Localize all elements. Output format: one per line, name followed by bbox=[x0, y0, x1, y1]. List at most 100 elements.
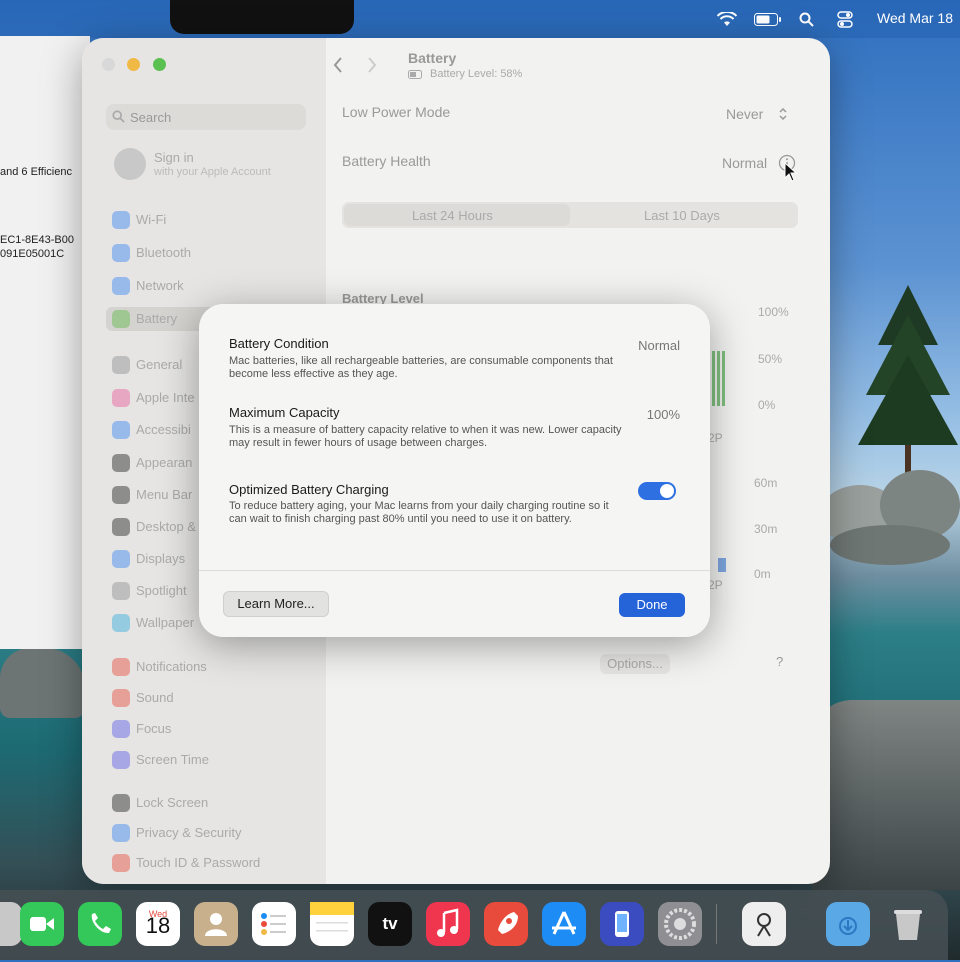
learn-more-button[interactable]: Learn More... bbox=[223, 591, 329, 617]
sidebar-item-network[interactable]: Network bbox=[106, 274, 316, 298]
usage-bar bbox=[718, 558, 726, 572]
optimized-charging-title: Optimized Battery Charging bbox=[229, 482, 389, 497]
downloads-folder-icon[interactable] bbox=[826, 902, 870, 946]
sidebar-item-notifications[interactable]: Notifications bbox=[106, 655, 316, 679]
hour-label: 2P bbox=[708, 578, 723, 592]
battery-level-bar bbox=[717, 351, 720, 406]
battery-icon[interactable] bbox=[754, 13, 782, 26]
apple-tv-label: tv bbox=[382, 914, 398, 933]
sidebar-item-label: Menu Bar bbox=[136, 487, 193, 502]
window-controls bbox=[102, 58, 174, 76]
menu-bar: Wed Mar 18 bbox=[0, 0, 960, 38]
battery-condition-description: Mac batteries, like all rechargeable bat… bbox=[229, 355, 613, 380]
facetime-icon[interactable] bbox=[20, 902, 64, 946]
battery-condition-title: Battery Condition bbox=[229, 336, 329, 351]
sign-in-title: Sign in bbox=[154, 150, 194, 165]
desktop-icon bbox=[112, 518, 130, 536]
low-power-mode-label: Low Power Mode bbox=[342, 104, 451, 120]
sidebar-item-lock-screen[interactable]: Lock Screen bbox=[106, 791, 316, 815]
sidebar-item-label: Spotlight bbox=[136, 583, 187, 598]
sidebar-item-bluetooth[interactable]: Bluetooth bbox=[106, 241, 316, 265]
sidebar-item-label: Touch ID & Password bbox=[136, 855, 261, 870]
maximum-capacity-title: Maximum Capacity bbox=[229, 405, 340, 420]
sidebar-item-label: Wallpaper bbox=[136, 615, 195, 630]
tab-label: Last 24 Hours bbox=[412, 208, 493, 223]
tab-last-10-days[interactable]: Last 10 Days bbox=[644, 208, 720, 223]
sidebar-item-sound[interactable]: Sound bbox=[106, 686, 316, 710]
touch-id-password-icon bbox=[112, 854, 130, 872]
low-power-mode-popup[interactable]: Never bbox=[726, 106, 763, 122]
apple-tv-icon[interactable]: tv bbox=[368, 902, 412, 946]
battery-health-value: Normal bbox=[722, 155, 768, 171]
menu-bar-icon bbox=[112, 486, 130, 504]
battery-level-subtitle: Battery Level: 58% bbox=[430, 68, 523, 80]
rock-graphic bbox=[812, 700, 960, 890]
search-icon bbox=[112, 110, 125, 123]
notes-icon[interactable] bbox=[310, 902, 354, 946]
options-button[interactable]: Options... bbox=[600, 654, 670, 674]
dialog-divider bbox=[199, 570, 710, 571]
app-store-icon[interactable] bbox=[542, 902, 586, 946]
forward-chevron-icon[interactable] bbox=[366, 56, 378, 74]
battery-health-dialog: Battery Condition Normal Mac batteries, … bbox=[199, 304, 710, 637]
search-placeholder: Search bbox=[130, 110, 172, 125]
battery-icon bbox=[112, 310, 130, 328]
system-settings-icon[interactable] bbox=[658, 902, 702, 946]
toggle-knob bbox=[660, 484, 674, 498]
close-button[interactable] bbox=[102, 58, 115, 71]
launchpad-icon[interactable] bbox=[484, 902, 528, 946]
preview-icon[interactable] bbox=[742, 902, 786, 946]
sidebar-item-privacy-security[interactable]: Privacy & Security bbox=[106, 821, 316, 845]
music-icon[interactable] bbox=[426, 902, 470, 946]
help-button[interactable]: ? bbox=[776, 654, 792, 669]
sidebar-item-wi-fi[interactable]: Wi-Fi bbox=[106, 208, 316, 232]
done-button[interactable]: Done bbox=[619, 593, 685, 617]
simulator-icon[interactable] bbox=[600, 902, 644, 946]
sidebar-item-label: Notifications bbox=[136, 659, 207, 674]
search-icon[interactable] bbox=[799, 12, 814, 27]
sidebar-item-label: Desktop & bbox=[136, 519, 196, 534]
wallpaper-icon bbox=[112, 614, 130, 632]
wifi-icon[interactable] bbox=[717, 12, 737, 27]
mouse-cursor-icon bbox=[784, 162, 798, 182]
optimized-charging-description: To reduce battery aging, your Mac learns… bbox=[229, 500, 609, 525]
trash-icon[interactable] bbox=[886, 902, 930, 946]
zoom-button[interactable] bbox=[152, 58, 166, 71]
avatar bbox=[114, 148, 146, 180]
camera-notch bbox=[170, 0, 354, 34]
sidebar-item-focus[interactable]: Focus bbox=[106, 717, 316, 741]
sidebar-item-label: Displays bbox=[136, 551, 186, 566]
apple-inte-icon bbox=[112, 389, 130, 407]
reminders-icon[interactable] bbox=[252, 902, 296, 946]
time-range-control[interactable]: Last 24 Hours Last 10 Days bbox=[342, 202, 798, 228]
back-chevron-icon[interactable] bbox=[332, 56, 344, 74]
sidebar-item-touch-id-password[interactable]: Touch ID & Password bbox=[106, 851, 316, 875]
maximum-capacity-description: This is a measure of battery capacity re… bbox=[229, 424, 622, 449]
lock-screen-icon bbox=[112, 794, 130, 812]
sidebar-item-label: Lock Screen bbox=[136, 795, 209, 810]
menu-bar-clock[interactable]: Wed Mar 18 bbox=[877, 10, 953, 26]
background-text: and 6 Efficienc bbox=[0, 166, 72, 178]
axis-label: 0% bbox=[758, 398, 776, 412]
contacts-icon[interactable] bbox=[194, 902, 238, 946]
hour-label: 2P bbox=[708, 431, 723, 445]
sidebar-item-label: General bbox=[136, 357, 183, 372]
minimize-button[interactable] bbox=[127, 58, 141, 71]
calendar-icon[interactable]: Wed 18 bbox=[136, 902, 180, 946]
calendar-day: 18 bbox=[145, 913, 171, 938]
battery-level-bar bbox=[722, 351, 725, 406]
sidebar-item-label: Battery bbox=[136, 311, 178, 326]
sidebar-item-label: Screen Time bbox=[136, 752, 209, 767]
app-icon[interactable] bbox=[0, 902, 22, 946]
network-icon bbox=[112, 277, 130, 295]
control-center-icon[interactable] bbox=[837, 11, 853, 28]
dock-divider bbox=[716, 904, 717, 944]
search-field[interactable]: Search bbox=[106, 104, 306, 130]
general-icon bbox=[112, 356, 130, 374]
sound-icon bbox=[112, 689, 130, 707]
sidebar-item-screen-time[interactable]: Screen Time bbox=[106, 748, 316, 772]
updown-chevron-icon[interactable] bbox=[778, 106, 788, 122]
optimized-charging-toggle[interactable] bbox=[638, 482, 676, 500]
phone-icon[interactable] bbox=[78, 902, 122, 946]
sidebar-item-label: Accessibi bbox=[136, 422, 191, 437]
